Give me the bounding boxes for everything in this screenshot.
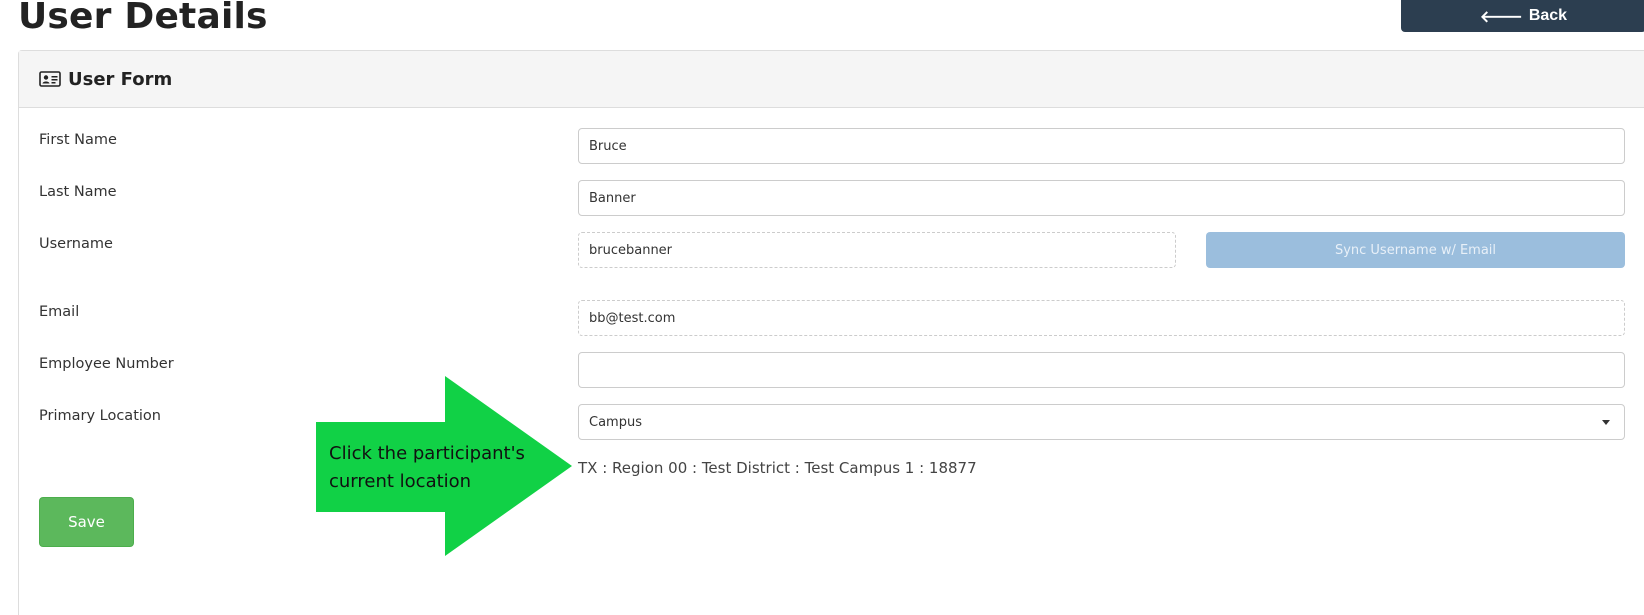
- back-button[interactable]: 🡐 Back: [1401, 0, 1644, 32]
- employee-number-label: Employee Number: [39, 356, 174, 372]
- current-location-path[interactable]: TX : Region 00 : Test District : Test Ca…: [578, 459, 977, 477]
- page: User Details 🡐 Back User Form First Name…: [0, 0, 1644, 615]
- email-label: Email: [39, 304, 80, 320]
- first-name-input[interactable]: Bruce: [578, 128, 1625, 164]
- username-label: Username: [39, 236, 113, 252]
- last-name-label: Last Name: [39, 184, 117, 200]
- primary-location-value: Campus: [589, 414, 642, 430]
- save-button[interactable]: Save: [39, 497, 134, 547]
- annotation-text: Click the participant's current location: [329, 443, 525, 492]
- employee-number-input[interactable]: [578, 352, 1625, 388]
- page-title: User Details: [18, 0, 268, 37]
- email-input[interactable]: bb@test.com: [578, 300, 1625, 336]
- back-button-label: Back: [1528, 7, 1568, 24]
- username-input[interactable]: brucebanner: [578, 232, 1176, 268]
- arrow-left-icon: 🡐: [1479, 8, 1523, 26]
- primary-location-label: Primary Location: [39, 408, 161, 424]
- card-header: User Form: [19, 51, 1644, 108]
- card-title: User Form: [68, 68, 173, 90]
- primary-location-select[interactable]: Campus: [578, 404, 1625, 440]
- id-card-icon: [39, 71, 61, 87]
- first-name-label: First Name: [39, 132, 117, 148]
- last-name-input[interactable]: Banner: [578, 180, 1625, 216]
- sync-username-button[interactable]: Sync Username w/ Email: [1206, 232, 1625, 268]
- caret-down-icon: [1602, 420, 1610, 425]
